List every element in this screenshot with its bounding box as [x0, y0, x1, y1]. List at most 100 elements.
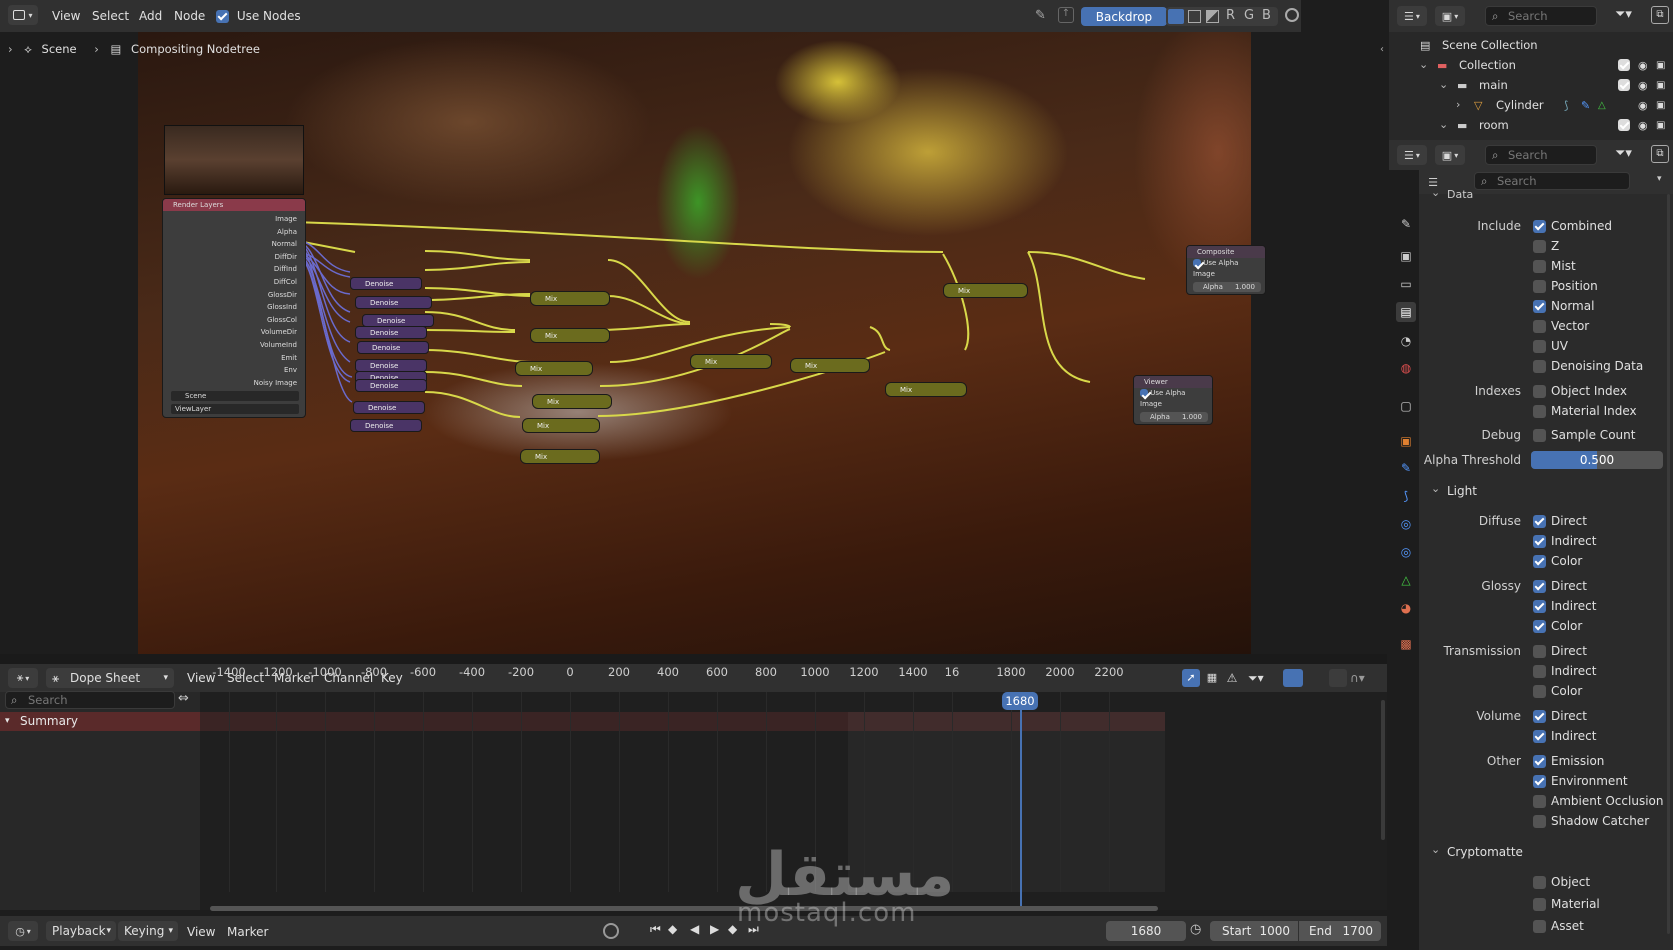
timeline-menu-marker[interactable]: Marker — [227, 918, 268, 946]
other-checkbox[interactable] — [1533, 775, 1546, 788]
include-checkbox[interactable] — [1533, 240, 1546, 253]
render-layers-node[interactable]: Render Layers Image Alpha Normal DiffDir Dif… — [162, 198, 306, 418]
properties-scrollbar[interactable] — [1667, 194, 1670, 934]
composite-alpha-field[interactable]: Alpha 1.000 — [1193, 282, 1261, 292]
channel-b-button[interactable]: B — [1262, 8, 1271, 23]
cryptomatte-option[interactable]: Material — [1533, 894, 1600, 914]
mix-node[interactable]: Mix — [515, 361, 593, 376]
data-section-header[interactable]: Data — [1447, 188, 1473, 202]
only-errors-icon[interactable]: ⚠ — [1223, 669, 1241, 687]
mix-node[interactable]: Mix — [532, 394, 612, 409]
volume-option[interactable]: Direct — [1533, 706, 1587, 726]
include-option[interactable]: Position — [1533, 276, 1598, 296]
view-layer-selector[interactable]: ViewLayer — [171, 404, 299, 414]
timeline-menu-view[interactable]: View — [187, 918, 215, 946]
diffuse-checkbox[interactable] — [1533, 535, 1546, 548]
modifier-icon[interactable]: ✎ — [1396, 458, 1416, 478]
diffuse-option[interactable]: Indirect — [1533, 531, 1596, 551]
transmission-checkbox[interactable] — [1533, 645, 1546, 658]
include-option[interactable]: Normal — [1533, 296, 1594, 316]
include-option[interactable]: Combined — [1533, 216, 1612, 236]
eye-icon[interactable]: ◉ — [1638, 76, 1648, 95]
horizontal-scrollbar[interactable] — [210, 906, 1158, 911]
section-header[interactable]: ⌄ Light — [1427, 480, 1663, 502]
denoise-node[interactable]: Denoise — [355, 296, 432, 309]
end-frame-field[interactable]: End 1700 — [1299, 921, 1381, 941]
mix-node[interactable]: Mix — [943, 283, 1028, 298]
properties-search-field[interactable]: ⌕ Search — [1474, 172, 1630, 190]
cryptomatte-option[interactable]: Object — [1533, 872, 1590, 892]
render-layers-header[interactable]: Render Layers — [163, 199, 305, 211]
properties-mode-button[interactable]: ▣ ▾ — [1435, 145, 1465, 165]
viewer-header[interactable]: Viewer — [1134, 376, 1212, 388]
camera-icon[interactable]: ▣ — [1656, 96, 1665, 115]
snap-icon[interactable] — [1285, 8, 1299, 22]
use-nodes-toggle[interactable]: Use Nodes — [216, 9, 301, 25]
transmission-checkbox[interactable] — [1533, 685, 1546, 698]
world-icon[interactable]: ◍ — [1396, 358, 1416, 378]
use-nodes-checkbox[interactable] — [216, 10, 229, 23]
mix-node[interactable]: Mix — [790, 358, 870, 373]
play-icon[interactable]: ▶ — [710, 922, 719, 936]
node-editor-area[interactable]: › ⟡ Scene › ▤ Compositing Nodetree Rende… — [0, 32, 1387, 654]
prev-keyframe-icon[interactable]: ◆ — [668, 922, 677, 936]
eye-icon[interactable]: ◉ — [1638, 116, 1648, 135]
mix-node[interactable]: Mix — [520, 449, 600, 464]
menu-select[interactable]: Select — [92, 2, 129, 30]
chevron-down-icon[interactable]: › — [1456, 96, 1460, 113]
data-icon[interactable]: △ — [1396, 570, 1416, 590]
scene-selector[interactable]: Scene — [171, 391, 299, 401]
include-checkbox[interactable] — [1533, 260, 1546, 273]
diffuse-option[interactable]: Direct — [1533, 511, 1587, 531]
editor-type-button[interactable]: ▾ — [8, 5, 38, 25]
view-layer-icon[interactable]: ▤ — [1396, 302, 1416, 322]
exclude-checkbox[interactable] — [1618, 119, 1630, 131]
menu-view[interactable]: View — [52, 2, 80, 30]
denoise-node[interactable]: Denoise — [357, 341, 429, 354]
backdrop-button[interactable]: Backdrop — [1081, 7, 1167, 26]
composite-use-alpha-checkbox[interactable] — [1193, 259, 1201, 267]
cryptomatte-checkbox[interactable] — [1533, 920, 1546, 933]
include-checkbox[interactable] — [1533, 320, 1546, 333]
particles-icon[interactable]: ⟆ — [1396, 486, 1416, 506]
viewer-use-alpha-checkbox[interactable] — [1140, 389, 1148, 397]
outliner-search-field[interactable]: ⌕ Search — [1485, 6, 1597, 26]
cryptomatte-checkbox[interactable] — [1533, 876, 1546, 889]
dope-editor-type-button[interactable]: ⚹ ▾ — [8, 668, 38, 688]
other-option[interactable]: Ambient Occlusion — [1533, 791, 1663, 811]
glossy-checkbox[interactable] — [1533, 580, 1546, 593]
channel-r-button[interactable]: R — [1226, 8, 1235, 23]
other-checkbox[interactable] — [1533, 815, 1546, 828]
diffuse-option[interactable]: Color — [1533, 551, 1582, 571]
pin-icon[interactable]: ✎ — [1035, 8, 1046, 23]
current-frame-badge[interactable]: 1680 — [1002, 692, 1038, 710]
timeline-editor-type-button[interactable]: ◷ ▾ — [8, 921, 38, 941]
proportional-icon[interactable] — [1329, 669, 1347, 687]
chevron-down-icon[interactable]: ⌄ — [1439, 116, 1448, 133]
filter-icon[interactable]: ⏷▾ — [1615, 146, 1632, 161]
other-option[interactable]: Emission — [1533, 751, 1604, 771]
camera-icon[interactable]: ▣ — [1656, 56, 1665, 75]
object-icon[interactable]: ▣ — [1396, 431, 1416, 451]
section-header[interactable]: ⌄ Cryptomatte — [1427, 841, 1663, 863]
new-item-icon[interactable]: ⧉ — [1651, 145, 1669, 163]
snap-toggle-icon[interactable] — [1283, 669, 1303, 687]
stopwatch-icon[interactable]: ◷ — [1190, 922, 1201, 937]
show-hidden-icon[interactable]: ▦ — [1203, 669, 1221, 687]
alpha-icon[interactable] — [1206, 10, 1219, 23]
volume-checkbox[interactable] — [1533, 730, 1546, 743]
rgb-icon[interactable] — [1188, 10, 1201, 23]
denoise-node[interactable]: Denoise — [350, 277, 422, 290]
exclude-checkbox[interactable] — [1618, 79, 1630, 91]
glossy-option[interactable]: Color — [1533, 616, 1582, 636]
falloff-icon[interactable]: ∩▾ — [1350, 669, 1376, 687]
new-collection-icon[interactable]: ⧉ — [1651, 6, 1669, 24]
texture-icon[interactable]: ▩ — [1396, 634, 1416, 654]
next-keyframe-icon[interactable]: ◆ — [728, 922, 737, 936]
dope-menu-view[interactable]: View — [187, 664, 215, 692]
menu-add[interactable]: Add — [139, 2, 162, 30]
include-checkbox[interactable] — [1533, 360, 1546, 373]
outliner-editor-type[interactable]: ☰ ▾ — [1397, 6, 1427, 26]
sidebar-toggle-icon[interactable]: ‹ — [1380, 44, 1384, 55]
debug-option[interactable]: Sample Count — [1533, 425, 1635, 445]
